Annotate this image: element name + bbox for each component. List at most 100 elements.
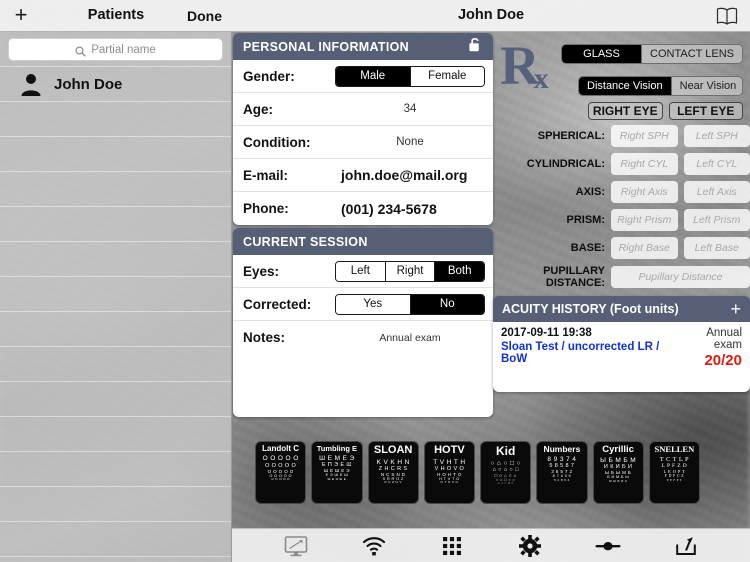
corrected-row: Corrected: Yes No xyxy=(233,288,493,321)
gender-option-male[interactable]: Male xyxy=(336,67,411,86)
app-root: + Patients Done John Doe xyxy=(0,0,750,562)
right-cylindrical-input[interactable]: Right CYL xyxy=(611,153,678,175)
list-item-empty xyxy=(0,137,231,172)
corrected-label: Corrected: xyxy=(243,297,335,312)
chart-line: O O O O O xyxy=(258,455,303,462)
corrected-option-yes[interactable]: Yes xyxy=(336,295,411,314)
vision-type-option-distance[interactable]: Distance Vision xyxy=(579,77,672,95)
vision-type-segmented-control[interactable]: Distance Vision Near Vision xyxy=(578,76,743,96)
list-item-empty xyxy=(0,277,231,312)
grid-icon[interactable] xyxy=(439,534,465,558)
chart-line: T C T L P xyxy=(652,456,697,463)
rx-logo-main: R xyxy=(500,35,538,96)
occluder-icon[interactable] xyxy=(595,534,621,558)
chart-title: SNELLEN xyxy=(655,445,695,454)
lens-type-option-glass[interactable]: GLASS xyxy=(562,45,642,63)
corrected-option-no[interactable]: No xyxy=(411,295,485,314)
right-base-input[interactable]: Right Base xyxy=(611,237,678,259)
chart-line: ○ ⌂ ○ □ ○ xyxy=(483,460,528,467)
eyes-option-right[interactable]: Right xyxy=(386,262,436,281)
left-base-input[interactable]: Left Base xyxy=(684,237,750,259)
rx-fields: SPHERICAL: Right SPH Left SPH CYLINDRICA… xyxy=(493,125,750,295)
eyes-row: Eyes: Left Right Both xyxy=(233,255,493,288)
chart-thumb-snellen[interactable]: SNELLEN T C T L P L P F Z D L E O P T F … xyxy=(649,441,700,504)
right-spherical-input[interactable]: Right SPH xyxy=(611,125,678,147)
chart-thumb-cyrillic[interactable]: Cyrillic Ы Б М Б М И К И Б И Ы Б Ы М Б Б… xyxy=(593,441,644,504)
chart-title: HOTV xyxy=(434,445,465,457)
unlocked-padlock-icon[interactable] xyxy=(468,36,483,58)
lens-type-segmented-control[interactable]: GLASS CONTACT LENS xyxy=(561,44,743,64)
list-item-empty xyxy=(0,172,231,207)
eye-tabs: RIGHT EYE LEFT EYE xyxy=(588,102,743,120)
eyes-segmented-control[interactable]: Left Right Both xyxy=(335,261,485,282)
patients-list: John Doe xyxy=(0,66,231,557)
left-cylindrical-input[interactable]: Left CYL xyxy=(684,153,750,175)
notes-row: Notes: Annual exam xyxy=(233,321,493,354)
chart-line: O O O O O xyxy=(258,478,303,481)
chart-title: Tumbling E xyxy=(317,445,357,453)
tab-left-eye[interactable]: LEFT EYE xyxy=(669,102,744,120)
left-axis-input[interactable]: Left Axis xyxy=(684,181,750,203)
chart-thumb-hotv[interactable]: HOTV T V H T H V H O V O H O H T O H T V… xyxy=(424,441,475,504)
tab-right-eye[interactable]: RIGHT EYE xyxy=(588,102,663,120)
left-spherical-input[interactable]: Left SPH xyxy=(684,125,750,147)
acuity-detail: Sloan Test / uncorrected LR / BoW xyxy=(501,341,679,365)
share-icon[interactable] xyxy=(673,534,699,558)
notes-label: Notes: xyxy=(243,330,335,345)
list-item[interactable]: John Doe xyxy=(0,67,231,102)
condition-value[interactable]: None xyxy=(335,136,485,148)
gear-icon[interactable] xyxy=(517,534,543,558)
axis-label: AXIS: xyxy=(493,186,611,198)
age-value[interactable]: 34 xyxy=(335,103,485,115)
search-container: Partial name xyxy=(0,32,231,66)
list-item-empty xyxy=(0,382,231,417)
right-axis-input[interactable]: Right Axis xyxy=(611,181,678,203)
chart-thumb-kid[interactable]: Kid ○ ⌂ ○ □ ○ ⌂ ○ ⌂ ○ □ □ ○ ⌂ ○ ⌂ ○ ⌂ □ … xyxy=(480,441,531,504)
chart-thumb-numbers[interactable]: Numbers 8 9 3 7 4 5 8 5 8 7 3 6 5 7 2 8 … xyxy=(536,441,587,504)
gender-segmented-control[interactable]: Male Female xyxy=(335,66,485,87)
search-icon xyxy=(75,44,86,55)
list-item-empty xyxy=(0,487,231,522)
book-icon[interactable] xyxy=(716,6,738,26)
acuity-exam-type: Annual exam xyxy=(679,327,743,351)
done-button[interactable]: Done xyxy=(187,8,222,24)
cylindrical-label: CYLINDRICAL: xyxy=(493,158,611,170)
bottom-toolbar xyxy=(232,528,750,562)
right-prism-input[interactable]: Right Prism xyxy=(611,209,678,231)
chart-line: O T O V O xyxy=(427,481,472,484)
chart-title: Landolt C xyxy=(262,445,299,453)
chart-thumb-sloan[interactable]: SLOAN K V K H N Z H C R S N C S N D S R … xyxy=(368,441,419,504)
vision-type-option-near[interactable]: Near Vision xyxy=(672,77,743,95)
table-row[interactable]: 2017-09-11 19:38 Sloan Test / uncorrecte… xyxy=(501,327,742,369)
chart-thumb-landolt-c[interactable]: Landolt C O O O O O O O O O O O O O O O … xyxy=(255,441,306,504)
display-monitor-icon[interactable] xyxy=(283,534,309,558)
pupillary-distance-input[interactable]: Pupillary Distance xyxy=(611,266,750,288)
gender-option-female[interactable]: Female xyxy=(411,67,485,86)
gender-label: Gender: xyxy=(243,69,335,84)
left-prism-input[interactable]: Left Prism xyxy=(684,209,750,231)
email-value[interactable]: john.doe@mail.org xyxy=(335,167,485,183)
acuity-history-title: ACUITY HISTORY (Foot units) xyxy=(502,302,679,316)
chart-line: Ш Е М Е Э xyxy=(314,455,359,462)
email-row: E-mail: john.doe@mail.org xyxy=(233,159,493,192)
chart-line: K V K H N xyxy=(371,459,416,466)
chart-title: Numbers xyxy=(543,445,580,454)
corrected-segmented-control[interactable]: Yes No xyxy=(335,294,485,315)
chart-line: ⌂ ○ ○ □ ○ xyxy=(483,482,528,485)
current-session-title: CURRENT SESSION xyxy=(243,235,368,249)
add-acuity-icon[interactable]: + xyxy=(730,301,741,317)
phone-value[interactable]: (001) 234-5678 xyxy=(335,201,485,217)
personal-information-header: PERSONAL INFORMATION xyxy=(233,33,493,60)
list-item-empty xyxy=(0,242,231,277)
chart-thumb-tumbling-e[interactable]: Tumbling E Ш Е М Е Э Е П Э Е Ш Ш Е Ш Е Э… xyxy=(311,441,362,504)
eyes-option-left[interactable]: Left xyxy=(336,262,386,281)
prism-label: PRISM: xyxy=(493,214,611,226)
lens-type-option-contact-lens[interactable]: CONTACT LENS xyxy=(642,45,742,63)
age-row: Age: 34 xyxy=(233,93,493,126)
list-item-empty xyxy=(0,207,231,242)
search-input[interactable]: Partial name xyxy=(8,38,223,61)
wifi-icon[interactable] xyxy=(361,534,387,558)
base-label: BASE: xyxy=(493,242,611,254)
eyes-option-both[interactable]: Both xyxy=(435,262,484,281)
notes-value[interactable]: Annual exam xyxy=(335,332,485,344)
